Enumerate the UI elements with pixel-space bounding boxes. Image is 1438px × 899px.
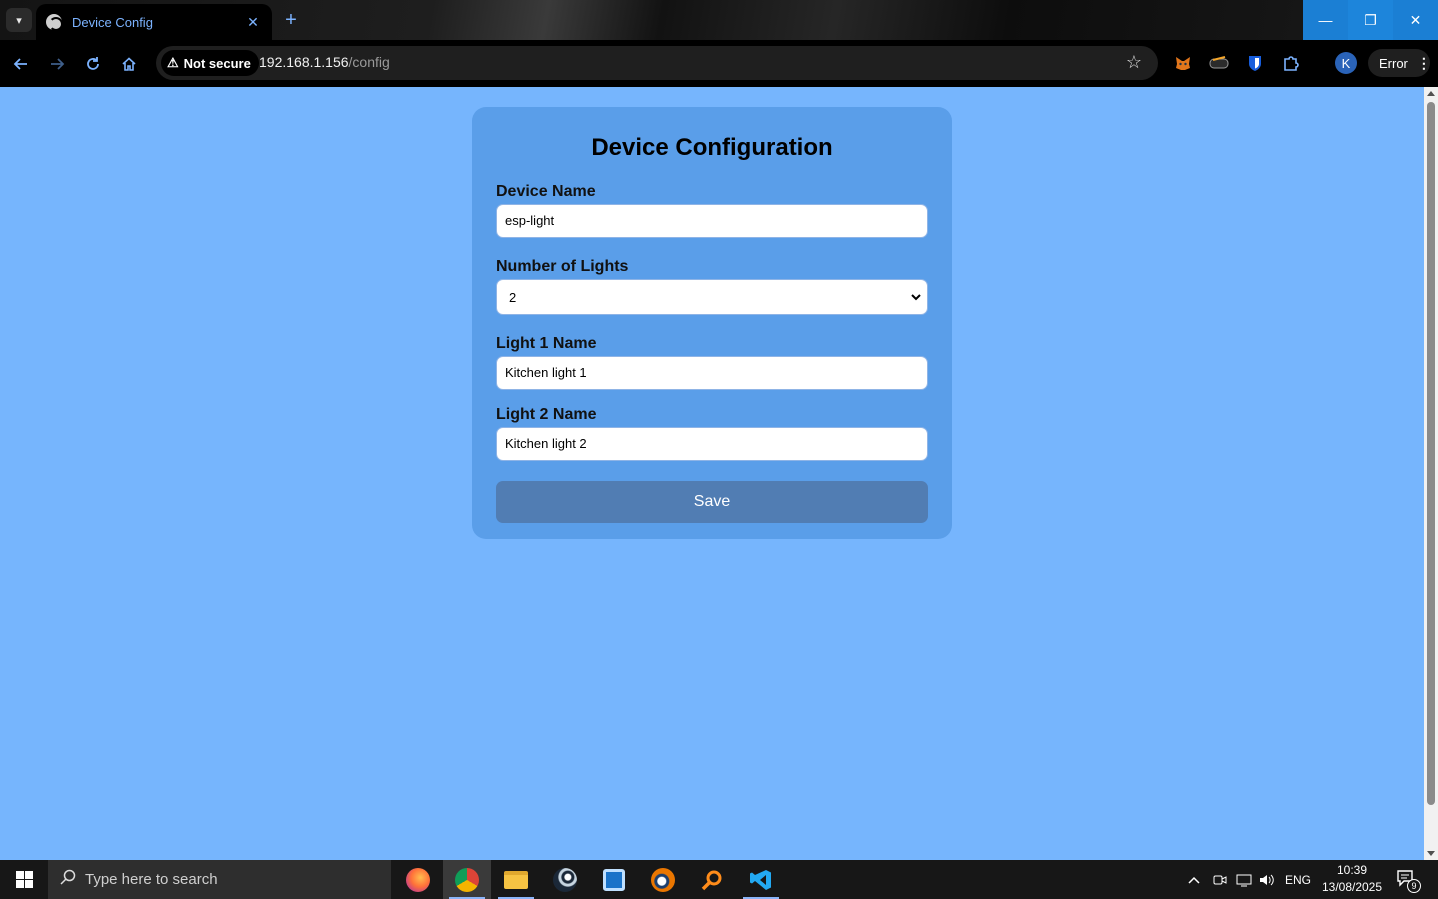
url-path: /config: [348, 54, 390, 70]
meet-now-icon[interactable]: [1213, 860, 1227, 899]
page-title: Device Configuration: [591, 134, 833, 161]
taskbar-app-c[interactable]: [590, 860, 638, 899]
extensions-puzzle-icon[interactable]: [1281, 53, 1301, 73]
chrome-icon: [455, 867, 479, 892]
minimize-button[interactable]: —: [1303, 0, 1348, 40]
firefox-icon: [406, 867, 430, 892]
clock-date: 13/08/2025: [1321, 880, 1383, 894]
taskbar: Type here to search ENG 10:39 13/08/2025…: [0, 860, 1438, 899]
number-of-lights-value: 2: [509, 289, 517, 305]
bitwarden-shield-icon[interactable]: [1245, 53, 1265, 73]
scroll-down-arrow-icon[interactable]: [1427, 851, 1435, 856]
taskbar-clock[interactable]: 10:39 13/08/2025: [1318, 862, 1386, 896]
light-1-name-label: Light 1 Name: [496, 335, 597, 352]
folder-icon: [504, 870, 528, 889]
taskbar-firefox[interactable]: [394, 860, 442, 899]
taskbar-steam[interactable]: [541, 860, 589, 899]
globe-icon: [46, 14, 63, 31]
warning-triangle-icon: ⚠: [167, 55, 179, 70]
device-name-input[interactable]: esp-light: [496, 204, 928, 238]
taskbar-file-explorer[interactable]: [492, 860, 540, 899]
error-label: Error: [1379, 55, 1408, 71]
page-viewport: Device Configuration Device Name esp-lig…: [0, 87, 1424, 860]
taskbar-vscode[interactable]: [737, 860, 785, 899]
light-1-name-input[interactable]: Kitchen light 1: [496, 356, 928, 390]
error-menu-button[interactable]: Error ⋮: [1368, 49, 1431, 77]
new-tab-button[interactable]: +: [280, 9, 302, 31]
c-app-icon: [603, 868, 625, 891]
scroll-up-arrow-icon[interactable]: [1427, 91, 1435, 96]
taskbar-search[interactable]: Type here to search: [48, 860, 391, 899]
browser-titlebar: ▾ Device Config ✕ + — ❐ ✕: [0, 0, 1438, 40]
home-icon[interactable]: [117, 52, 141, 76]
taskbar-chrome[interactable]: [443, 860, 491, 899]
tab-device-config[interactable]: Device Config ✕: [36, 4, 272, 40]
taskbar-search-tool[interactable]: [688, 860, 736, 899]
show-hidden-icons-chevron-icon[interactable]: [1188, 860, 1200, 899]
bookmark-star-icon[interactable]: ☆: [1126, 52, 1142, 73]
save-button[interactable]: Save: [496, 481, 928, 523]
blender-icon: [651, 867, 675, 892]
notification-center-icon[interactable]: 9: [1396, 869, 1421, 893]
number-of-lights-label: Number of Lights: [496, 258, 629, 275]
reload-icon[interactable]: [81, 52, 105, 76]
tab-search-chevron-icon[interactable]: ▾: [6, 8, 32, 32]
tab-title: Device Config: [72, 14, 153, 30]
vscode-icon: [750, 869, 771, 890]
browser-toolbar: ⚠ Not secure 192.168.1.156/config ☆ K Er…: [0, 40, 1438, 87]
chevron-down-icon: [911, 290, 921, 304]
security-label: Not secure: [183, 55, 251, 71]
light-2-name-input[interactable]: Kitchen light 2: [496, 427, 928, 461]
tab-close-icon[interactable]: ✕: [244, 14, 262, 31]
page-scrollbar[interactable]: [1424, 87, 1438, 860]
search-placeholder: Type here to search: [85, 871, 218, 888]
windows-logo-icon: [15, 871, 33, 888]
taskbar-blender[interactable]: [639, 860, 687, 899]
volume-icon[interactable]: [1259, 860, 1275, 899]
language-indicator[interactable]: ENG: [1285, 860, 1311, 899]
orange-magnifier-icon: [701, 870, 722, 890]
metamask-fox-icon[interactable]: [1173, 53, 1193, 73]
game-controller-icon[interactable]: [1209, 53, 1229, 73]
restore-button[interactable]: ❐: [1348, 0, 1393, 40]
notification-count-badge: 9: [1407, 879, 1421, 893]
back-arrow-icon[interactable]: [9, 52, 33, 76]
address-bar[interactable]: ⚠ Not secure 192.168.1.156/config ☆: [156, 46, 1158, 80]
search-icon: [60, 869, 76, 890]
url-text[interactable]: 192.168.1.156/config: [259, 54, 390, 70]
light-2-name-label: Light 2 Name: [496, 406, 597, 423]
window-controls: — ❐ ✕: [1303, 0, 1438, 40]
forward-arrow-icon[interactable]: [45, 52, 69, 76]
security-indicator[interactable]: ⚠ Not secure: [161, 50, 259, 76]
steam-icon: [553, 867, 577, 892]
clock-time: 10:39: [1336, 863, 1368, 877]
url-host: 192.168.1.156: [259, 54, 349, 70]
number-of-lights-select[interactable]: 2: [496, 279, 928, 315]
close-window-button[interactable]: ✕: [1393, 0, 1438, 40]
start-button[interactable]: [0, 860, 48, 899]
more-vert-icon: ⋮: [1416, 54, 1431, 71]
config-card: Device Configuration Device Name esp-lig…: [472, 107, 952, 539]
profile-avatar[interactable]: K: [1335, 52, 1357, 74]
network-icon[interactable]: [1236, 860, 1252, 899]
device-name-label: Device Name: [496, 183, 596, 200]
scroll-thumb[interactable]: [1427, 102, 1435, 805]
